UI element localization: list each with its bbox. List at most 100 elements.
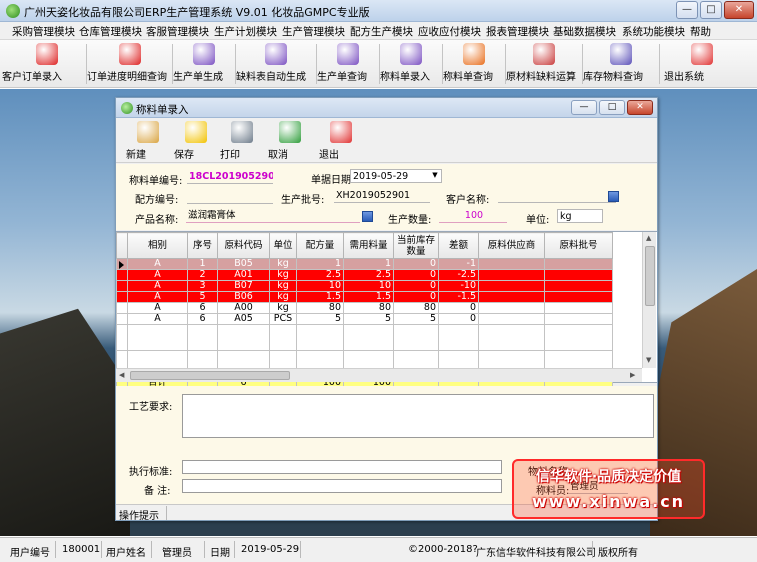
toolbar-order-progress-query[interactable]: 订单进度明细查询 [87,40,173,87]
grid-cell[interactable]: 10 [296,280,344,292]
grid-cell[interactable] [187,324,218,351]
grid-cell[interactable] [478,324,545,351]
grid-cell[interactable] [343,324,394,351]
table-row[interactable]: A 5 B06 kg 1.5 1.5 0 -1.5 [116,291,613,303]
notes-field[interactable] [182,479,502,493]
maximize-button[interactable]: □ [700,1,722,19]
grid-cell[interactable]: 1 [343,258,394,270]
grid-cell[interactable] [478,280,545,292]
grid-cell[interactable] [544,302,613,314]
exit-button[interactable]: 退出 [319,120,363,162]
empty-row[interactable] [116,324,613,351]
grid-cell[interactable]: 5 [393,313,439,325]
print-button[interactable]: 打印 [220,120,264,162]
menu-warehouse[interactable]: 仓库管理模块 [79,24,142,39]
grid-cell[interactable]: -1 [438,258,479,270]
column-header[interactable]: 当前库存数量 [393,232,439,259]
grid-cell[interactable]: 1 [296,258,344,270]
scroll-down-icon[interactable]: ▼ [646,356,651,364]
craft-requirements-textarea[interactable] [182,394,654,438]
row-selector[interactable] [116,269,128,281]
grid-cell[interactable]: 0 [393,291,439,303]
formula-field[interactable] [187,190,273,204]
grid-cell[interactable]: 0 [438,302,479,314]
toolbar-generate-production-order[interactable]: 生产单生成 [173,40,235,87]
grid-cell[interactable] [478,313,545,325]
grid-cell[interactable] [544,269,613,281]
grid-cell[interactable]: 0 [393,269,439,281]
grid-cell[interactable]: 0 [393,258,439,270]
close-button[interactable]: ✕ [724,1,754,19]
new-button[interactable]: 新建 [126,120,170,162]
column-header[interactable]: 差额 [438,232,479,259]
grid-cell[interactable]: 2.5 [296,269,344,281]
grid-cell[interactable]: 80 [343,302,394,314]
order-no-field[interactable]: 18CL20190529001 [187,170,273,184]
grid-cell[interactable]: B07 [217,280,270,292]
vertical-scrollbar[interactable]: ▲ ▼ [642,232,656,368]
grid-cell[interactable]: 80 [393,302,439,314]
grid-cell[interactable] [478,302,545,314]
grid-cell[interactable] [478,258,545,270]
quantity-field[interactable]: 100 [439,209,507,223]
child-minimize-button[interactable]: — [571,100,597,115]
menu-help[interactable]: 帮助 [690,24,711,39]
grid-cell[interactable]: A [127,313,188,325]
menu-purchase[interactable]: 采购管理模块 [12,24,75,39]
unit-field[interactable]: kg [557,209,603,223]
scroll-left-icon[interactable]: ◀ [119,371,124,379]
grid-cell[interactable]: A [127,280,188,292]
scroll-right-icon[interactable]: ▶ [630,371,635,379]
customer-lookup-icon[interactable] [608,191,619,202]
cancel-button[interactable]: 取消 [268,120,312,162]
grid-cell[interactable]: kg [269,302,297,314]
grid-cell[interactable]: -1.5 [438,291,479,303]
grid-cell[interactable] [217,324,270,351]
toolbar-material-shortage-calc[interactable]: 原材料缺料运算 [506,40,582,87]
grid-cell[interactable] [544,313,613,325]
grid-cell[interactable]: kg [269,258,297,270]
grid-cell[interactable]: A [127,258,188,270]
menu-receivables[interactable]: 应收应付模块 [418,24,481,39]
column-header[interactable]: 需用料量 [343,232,394,259]
save-button[interactable]: 保存 [174,120,218,162]
column-header[interactable]: 相别 [127,232,188,259]
minimize-button[interactable]: — [676,1,698,19]
grid-cell[interactable] [296,324,344,351]
grid-cell[interactable] [269,324,297,351]
grid-cell[interactable]: kg [269,280,297,292]
grid-cell[interactable]: A [127,269,188,281]
scroll-up-icon[interactable]: ▲ [646,234,651,242]
grid-cell[interactable] [544,280,613,292]
grid-cell[interactable] [544,324,613,351]
grid-cell[interactable]: 2 [187,269,218,281]
table-row[interactable]: A 6 A00 kg 80 80 80 0 [116,302,613,314]
grid-cell[interactable]: 6 [187,302,218,314]
product-lookup-icon[interactable] [362,211,373,222]
row-selector[interactable] [116,313,128,325]
grid-cell[interactable]: kg [269,269,297,281]
batch-field[interactable]: XH2019052901 [334,189,430,203]
menu-reports[interactable]: 报表管理模块 [486,24,549,39]
product-field[interactable]: 滋润霜膏体 [186,209,360,223]
toolbar-weighing-entry[interactable]: 称料单录入 [380,40,442,87]
table-row[interactable]: A 2 A01 kg 2.5 2.5 0 -2.5 [116,269,613,281]
grid-cell[interactable] [478,291,545,303]
grid-cell[interactable]: A01 [217,269,270,281]
chevron-down-icon[interactable]: ▼ [429,169,441,182]
grid-cell[interactable]: -2.5 [438,269,479,281]
horizontal-scrollbar[interactable]: ◀ ▶ [116,368,642,382]
toolbar-weighing-query[interactable]: 称料单查询 [443,40,505,87]
toolbar-customer-order-entry[interactable]: 客户订单录入 [2,40,92,87]
grid-cell[interactable]: 5 [343,313,394,325]
customer-field[interactable] [498,189,616,203]
grid-cell[interactable]: 6 [187,313,218,325]
grid-cell[interactable]: kg [269,291,297,303]
column-header[interactable]: 单位 [269,232,297,259]
grid-cell[interactable] [478,269,545,281]
grid-cell[interactable] [544,258,613,270]
menu-system[interactable]: 系统功能模块 [622,24,685,39]
menu-customer-service[interactable]: 客服管理模块 [146,24,209,39]
grid-cell[interactable]: 5 [296,313,344,325]
toolbar-auto-shortage-list[interactable]: 缺料表自动生成 [236,40,316,87]
